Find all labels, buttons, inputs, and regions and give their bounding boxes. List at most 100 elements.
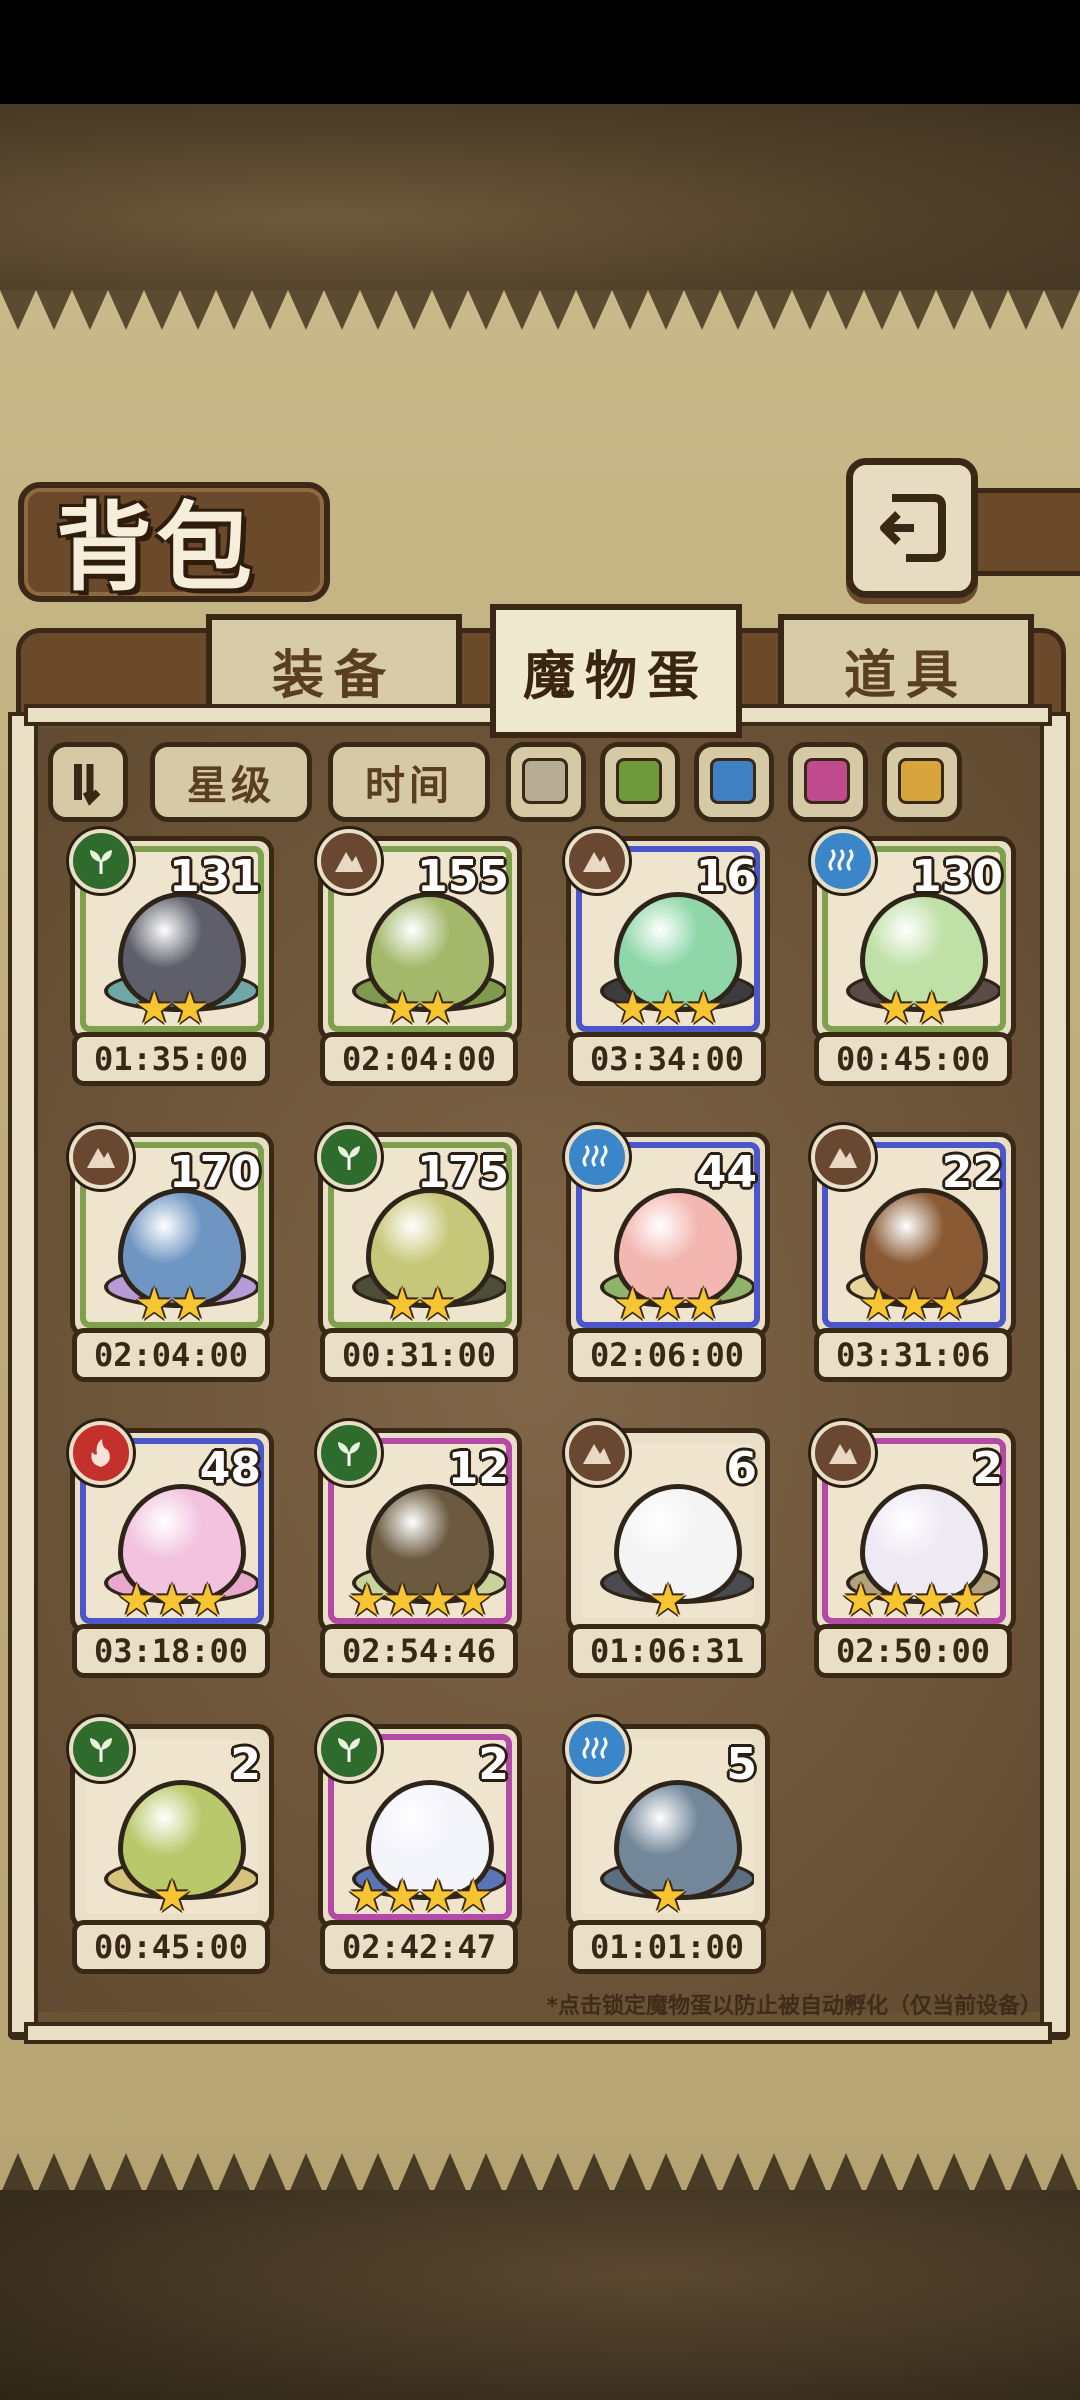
egg-count: 2	[972, 1443, 1003, 1494]
star-icon: ★	[134, 1279, 174, 1330]
star-icon: ★	[947, 1575, 987, 1626]
egg-slot[interactable]: 5 ★ 01:01:00	[562, 1717, 770, 1974]
plant-element-icon	[69, 829, 133, 893]
water-element-icon	[565, 1717, 629, 1781]
egg-slot[interactable]: 130 ★ ★ 00:45:00	[808, 829, 1016, 1086]
egg-card[interactable]: 44 ★ ★ ★	[565, 1125, 770, 1338]
egg-card[interactable]: 48 ★ ★ ★	[69, 1421, 274, 1634]
star-rating: ★ ★	[323, 987, 517, 1031]
star-icon: ★	[382, 1871, 422, 1922]
color-filter-button[interactable]	[600, 742, 680, 822]
earth-element-icon	[565, 829, 629, 893]
egg-slot[interactable]: 170 ★ ★ 02:04:00	[66, 1125, 274, 1382]
plant-element-icon	[69, 1717, 133, 1781]
color-filter-button[interactable]	[506, 742, 586, 822]
star-icon: ★	[418, 1871, 458, 1922]
star-icon: ★	[683, 1279, 724, 1330]
plant-element-icon	[317, 1125, 381, 1189]
color-filter-button[interactable]	[882, 742, 962, 822]
egg-card[interactable]: 131 ★ ★	[69, 829, 274, 1042]
egg-slot[interactable]: 12 ★ ★ ★ ★ 02:54:46	[314, 1421, 522, 1678]
egg-slot[interactable]: 48 ★ ★ ★ 03:18:00	[66, 1421, 274, 1678]
egg-slot[interactable]: 2 ★ ★ ★ ★ 02:42:47	[314, 1717, 522, 1974]
egg-count: 155	[417, 851, 509, 902]
hatch-timer: 03:34:00	[568, 1032, 766, 1086]
sort-by-star-button[interactable]: 星级	[150, 742, 312, 822]
star-icon: ★	[382, 1279, 422, 1330]
egg-card[interactable]: 2 ★	[69, 1717, 274, 1930]
star-icon: ★	[894, 1279, 934, 1330]
color-swatch	[522, 758, 568, 804]
star-rating: ★ ★ ★	[817, 1283, 1011, 1327]
star-icon: ★	[418, 983, 458, 1034]
star-rating: ★ ★	[817, 987, 1011, 1031]
egg-slot[interactable]: 2 ★ 00:45:00	[66, 1717, 274, 1974]
egg-count: 48	[199, 1443, 261, 1494]
egg-slot[interactable]: 44 ★ ★ ★ 02:06:00	[562, 1125, 770, 1382]
color-swatch	[898, 758, 944, 804]
hatch-timer: 03:18:00	[72, 1624, 270, 1678]
star-icon: ★	[648, 1279, 688, 1330]
egg-card[interactable]: 155 ★ ★	[317, 829, 522, 1042]
egg-card[interactable]: 22 ★ ★ ★	[811, 1125, 1016, 1338]
egg-count: 130	[911, 851, 1003, 902]
hatch-timer: 02:04:00	[320, 1032, 518, 1086]
egg-slot[interactable]: 2 ★ ★ ★ ★ 02:50:00	[808, 1421, 1016, 1678]
star-icon: ★	[187, 1575, 228, 1626]
star-icon: ★	[382, 983, 422, 1034]
egg-slot[interactable]: 6 ★ 01:06:31	[562, 1421, 770, 1678]
star-rating: ★	[75, 1875, 269, 1919]
star-icon: ★	[683, 983, 724, 1034]
star-rating: ★ ★ ★	[571, 987, 765, 1031]
egg-card[interactable]: 16 ★ ★ ★	[565, 829, 770, 1042]
egg-card[interactable]: 12 ★ ★ ★ ★	[317, 1421, 522, 1634]
egg-card[interactable]: 6 ★	[565, 1421, 770, 1634]
tab-equipment-label: 装备	[271, 645, 396, 706]
hatch-timer: 02:06:00	[568, 1328, 766, 1382]
water-element-icon	[811, 829, 875, 893]
back-button[interactable]	[846, 458, 978, 598]
color-swatch	[616, 758, 662, 804]
egg-count: 2	[230, 1739, 261, 1790]
egg-slot[interactable]: 155 ★ ★ 02:04:00	[314, 829, 522, 1086]
tab-monster-eggs[interactable]: 魔物蛋	[490, 604, 742, 738]
star-icon: ★	[929, 1279, 970, 1330]
egg-card[interactable]: 2 ★ ★ ★ ★	[811, 1421, 1016, 1634]
star-icon: ★	[347, 1575, 387, 1626]
star-rating: ★ ★	[323, 1283, 517, 1327]
egg-count: 12	[447, 1443, 509, 1494]
hatch-timer: 00:31:00	[320, 1328, 518, 1382]
star-icon: ★	[116, 1575, 157, 1626]
egg-count: 6	[726, 1443, 757, 1494]
map-background-bottom	[0, 2190, 1080, 2400]
star-rating: ★ ★ ★ ★	[323, 1875, 517, 1919]
star-icon: ★	[170, 1279, 210, 1330]
panel-frame-left	[8, 712, 38, 2036]
egg-count: 16	[695, 851, 757, 902]
star-icon: ★	[912, 983, 952, 1034]
egg-slot[interactable]: 131 ★ ★ 01:35:00	[66, 829, 274, 1086]
egg-card[interactable]: 130 ★ ★	[811, 829, 1016, 1042]
star-icon: ★	[876, 1575, 916, 1626]
hatch-timer: 02:50:00	[814, 1624, 1012, 1678]
star-icon: ★	[170, 983, 210, 1034]
sort-toggle-button[interactable]	[48, 742, 128, 822]
zigzag-edge-top	[0, 290, 1080, 330]
star-icon: ★	[347, 1871, 387, 1922]
egg-slot[interactable]: 16 ★ ★ ★ 03:34:00	[562, 829, 770, 1086]
star-rating: ★ ★ ★	[75, 1579, 269, 1623]
color-filter-button[interactable]	[694, 742, 774, 822]
star-icon: ★	[876, 983, 916, 1034]
sort-by-time-button[interactable]: 时间	[328, 742, 490, 822]
egg-slot[interactable]: 22 ★ ★ ★ 03:31:06	[808, 1125, 1016, 1382]
egg-card[interactable]: 5 ★	[565, 1717, 770, 1930]
color-filter-button[interactable]	[788, 742, 868, 822]
egg-card[interactable]: 2 ★ ★ ★ ★	[317, 1717, 522, 1930]
plant-element-icon	[317, 1717, 381, 1781]
egg-count: 131	[169, 851, 261, 902]
hatch-timer: 01:35:00	[72, 1032, 270, 1086]
egg-card[interactable]: 175 ★ ★	[317, 1125, 522, 1338]
egg-card[interactable]: 170 ★ ★	[69, 1125, 274, 1338]
egg-slot[interactable]: 175 ★ ★ 00:31:00	[314, 1125, 522, 1382]
star-icon: ★	[648, 983, 688, 1034]
